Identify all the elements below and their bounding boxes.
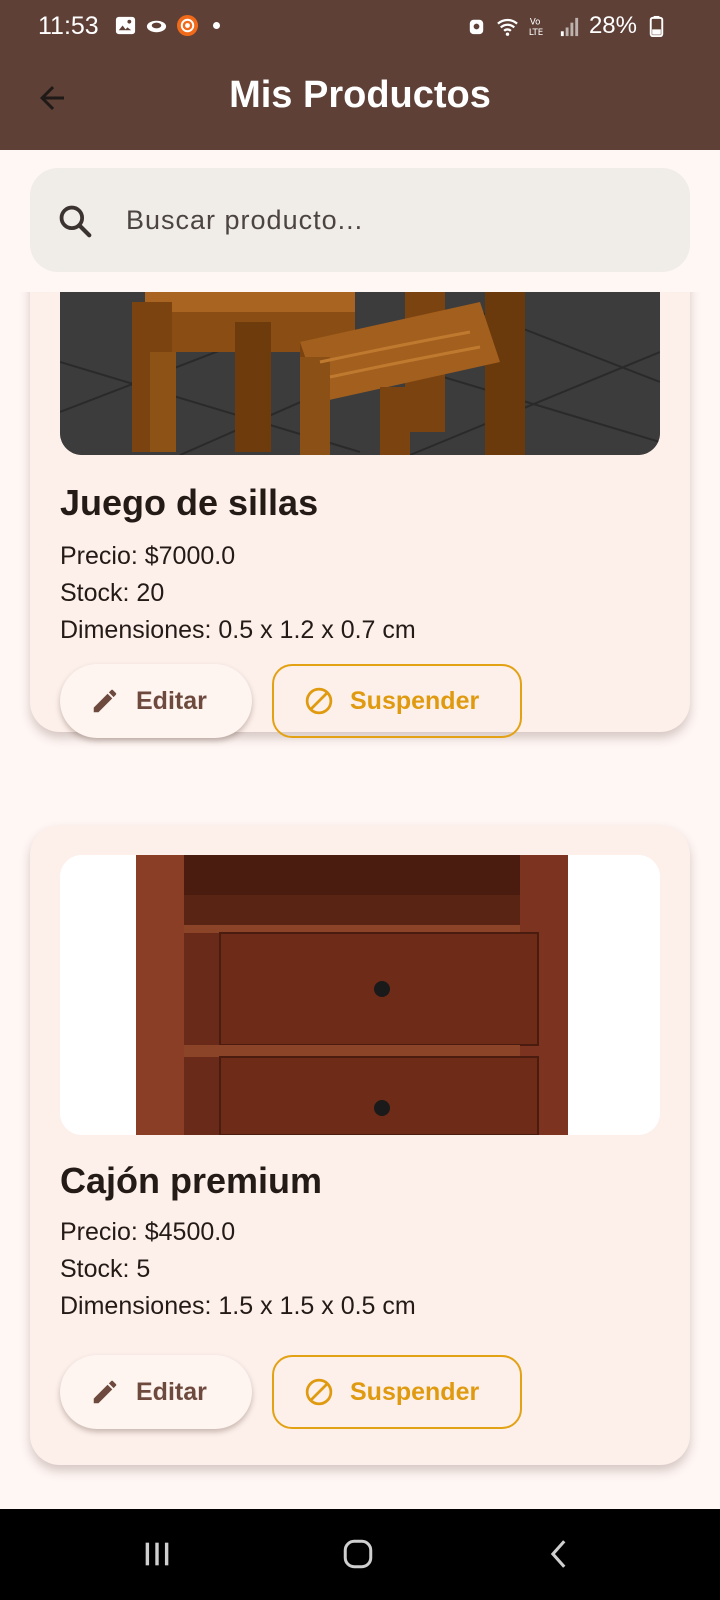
edit-button[interactable]: Editar: [60, 1355, 252, 1429]
app-bar: Mis Productos: [0, 54, 720, 150]
edit-button[interactable]: Editar: [60, 664, 252, 738]
status-right-icons: Vo LTE 28%: [465, 12, 668, 40]
product-card[interactable]: Juego de sillas Precio: $7000.0 Stock: 2…: [30, 292, 690, 738]
block-icon: [305, 687, 333, 715]
suspend-button[interactable]: Suspender: [272, 664, 522, 738]
record-icon: [176, 14, 199, 37]
pencil-icon: [93, 689, 117, 713]
product-image: [60, 292, 660, 455]
back-icon: [550, 1540, 566, 1568]
product-dimensions: Dimensiones: 1.5 x 1.5 x 0.5 cm: [60, 1292, 416, 1320]
status-left-icons: [114, 14, 220, 37]
cloud-icon: [146, 20, 167, 33]
search-bar[interactable]: [30, 168, 690, 272]
product-card[interactable]: Cajón premium Precio: $4500.0 Stock: 5 D…: [30, 825, 690, 1465]
product-stock: Stock: 20: [60, 579, 165, 607]
home-button[interactable]: [333, 1529, 383, 1579]
pencil-icon: [93, 1380, 117, 1404]
volte-icon: Vo LTE: [529, 17, 543, 38]
status-bar: 11:53 Vo LTE 28%: [0, 0, 720, 54]
svg-text:LTE: LTE: [529, 28, 543, 38]
battery-icon: [649, 15, 664, 37]
recent-apps-icon: [145, 1542, 169, 1566]
top-bar: 11:53 Vo LTE 28% Mis Productos: [0, 0, 720, 150]
gallery-icon: [115, 16, 136, 35]
product-image: [60, 855, 660, 1135]
wifi-icon: [497, 18, 518, 36]
signal-icon: [560, 17, 579, 36]
product-price: Precio: $4500.0: [60, 1218, 236, 1246]
svg-text:Vo: Vo: [530, 17, 541, 27]
alarm-icon: [469, 19, 484, 34]
search-icon: [59, 205, 92, 238]
product-list[interactable]: Juego de sillas Precio: $7000.0 Stock: 2…: [0, 292, 720, 1509]
chairs-image: [60, 292, 660, 455]
suspend-label: Suspender: [350, 1377, 480, 1406]
search-input[interactable]: [126, 190, 666, 250]
page-title: Mis Productos: [229, 74, 491, 116]
product-dimensions: Dimensiones: 0.5 x 1.2 x 0.7 cm: [60, 616, 416, 644]
block-icon: [305, 1378, 333, 1406]
status-time: 11:53: [38, 12, 99, 40]
notification-dot: [213, 22, 220, 29]
navigation-bar: [0, 1509, 720, 1600]
drawer-cabinet-image: [60, 855, 660, 1135]
suspend-label: Suspender: [350, 686, 480, 715]
suspend-button[interactable]: Suspender: [272, 1355, 522, 1429]
edit-label: Editar: [136, 686, 207, 715]
edit-label: Editar: [136, 1377, 207, 1406]
product-name: Cajón premium: [60, 1160, 323, 1201]
recent-apps-button[interactable]: [132, 1529, 182, 1579]
screen: 11:53 Vo LTE 28% Mis Productos Buscar pr…: [0, 0, 720, 1600]
product-stock: Stock: 5: [60, 1255, 151, 1283]
home-icon: [343, 1539, 373, 1569]
nav-back-button[interactable]: [535, 1529, 585, 1579]
battery-percent: 28%: [588, 12, 637, 39]
product-price: Precio: $7000.0: [60, 542, 236, 570]
product-name: Juego de sillas: [60, 482, 319, 523]
